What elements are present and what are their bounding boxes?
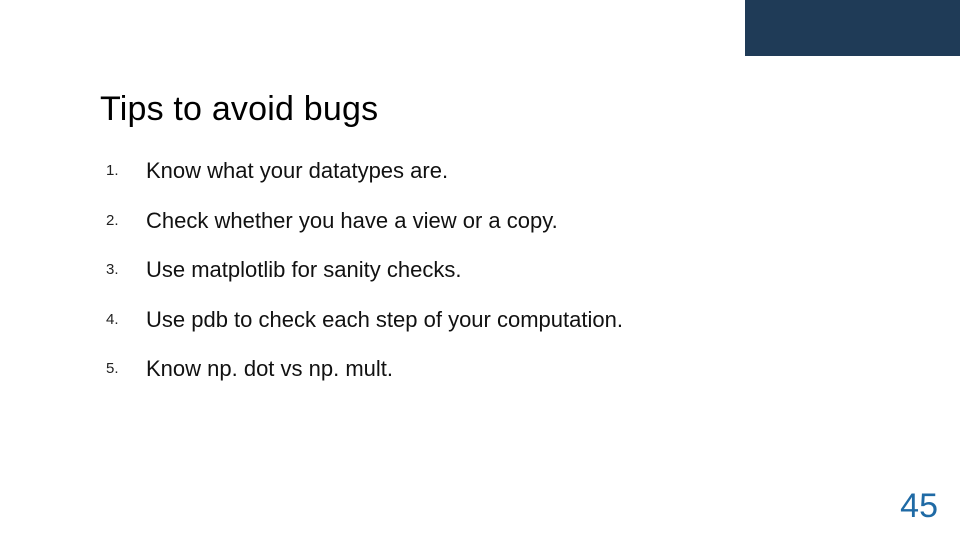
- tip-text: Use pdb to check each step of your compu…: [146, 307, 623, 332]
- tip-text: Know np. dot vs np. mult.: [146, 356, 393, 381]
- slide-title: Tips to avoid bugs: [100, 90, 880, 129]
- accent-bar: [745, 0, 960, 56]
- tip-text: Check whether you have a view or a copy.: [146, 208, 558, 233]
- page-number: 45: [900, 487, 938, 526]
- tip-text: Know what your datatypes are.: [146, 158, 448, 183]
- list-item: Know what your datatypes are.: [100, 157, 880, 185]
- tip-text: Use matplotlib for sanity checks.: [146, 257, 461, 282]
- list-item: Use matplotlib for sanity checks.: [100, 256, 880, 284]
- list-item: Use pdb to check each step of your compu…: [100, 306, 880, 334]
- tips-list: Know what your datatypes are. Check whet…: [100, 157, 880, 383]
- slide-content: Tips to avoid bugs Know what your dataty…: [100, 90, 880, 405]
- list-item: Check whether you have a view or a copy.: [100, 207, 880, 235]
- list-item: Know np. dot vs np. mult.: [100, 355, 880, 383]
